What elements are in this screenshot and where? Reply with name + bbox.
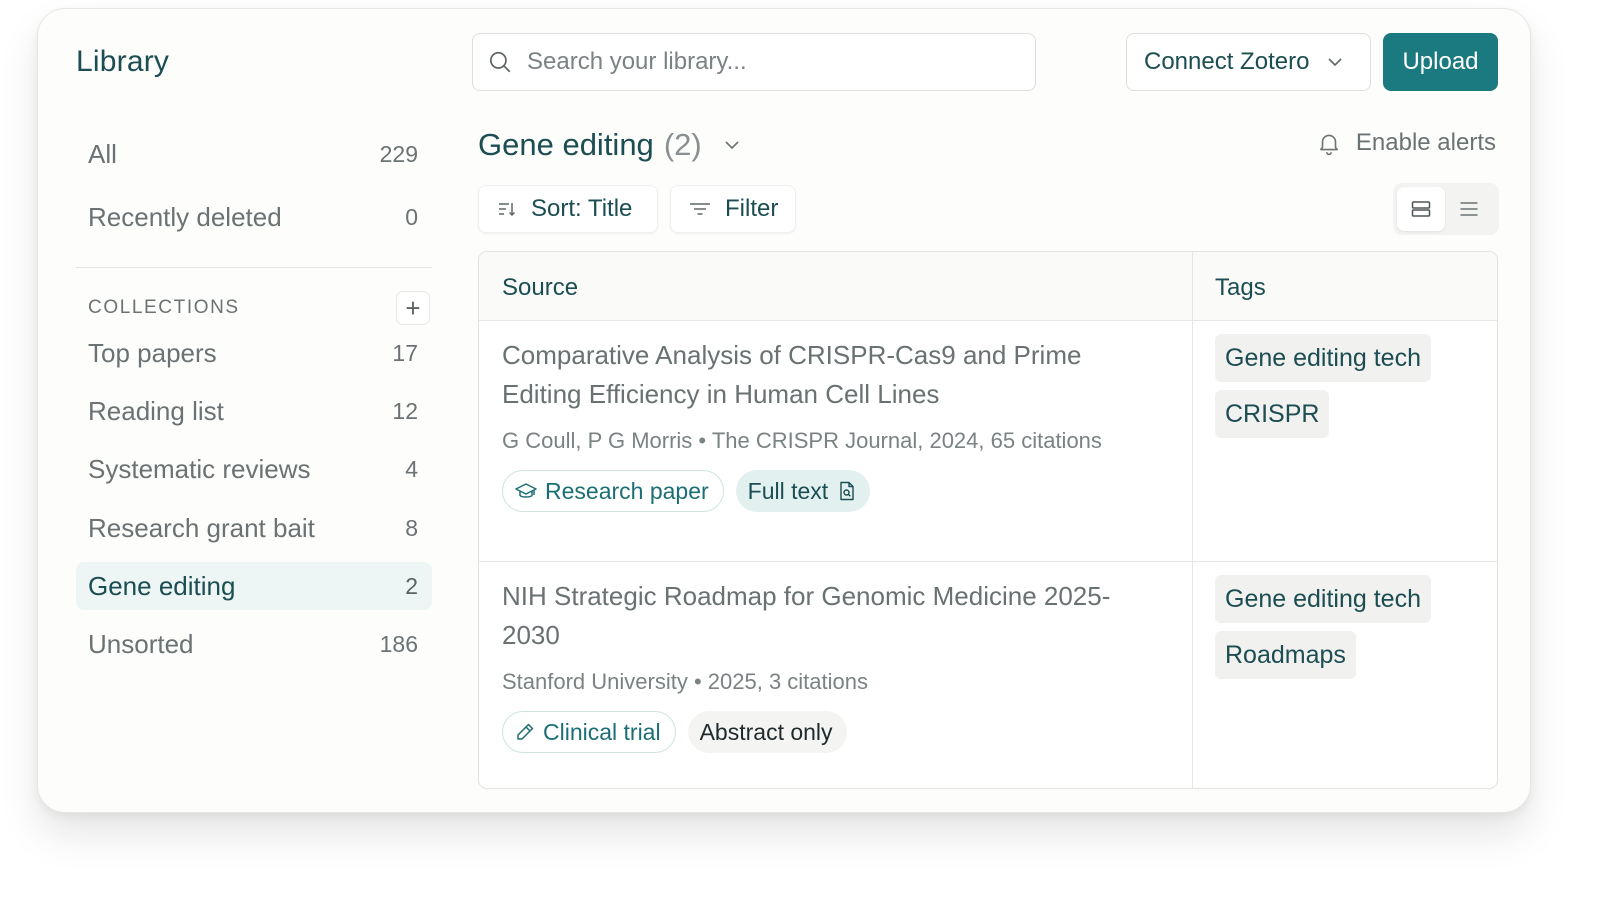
list-view-button[interactable] (1445, 187, 1493, 231)
sidebar-item-top-papers[interactable]: Top papers 17 (76, 329, 432, 377)
table-header: Source Tags (479, 252, 1497, 321)
sidebar-item-label: Recently deleted (88, 201, 282, 232)
sidebar-item-count: 229 (379, 140, 418, 167)
chevron-down-icon (722, 135, 742, 155)
sidebar-item-count: 2 (405, 572, 418, 599)
access-badge-label: Abstract only (699, 718, 833, 745)
sidebar-item-count: 186 (379, 630, 418, 657)
type-badge[interactable]: Clinical trial (502, 711, 676, 753)
sidebar-item-count: 17 (392, 339, 418, 366)
tag-chip[interactable]: Roadmaps (1215, 631, 1356, 679)
filter-label: Filter (725, 195, 779, 222)
enable-alerts-label: Enable alerts (1355, 129, 1496, 156)
sources-table: Source Tags Comparative Analysis of CRIS… (478, 251, 1498, 789)
sidebar-item-gene-editing[interactable]: Gene editing 2 (76, 562, 432, 610)
tag-chip[interactable]: Gene editing tech (1215, 334, 1431, 382)
source-meta: Stanford University • 2025, 3 citations (502, 669, 868, 694)
card-view-button[interactable] (1397, 187, 1445, 231)
search-box[interactable] (472, 33, 1036, 91)
collection-count: (2) (663, 127, 702, 162)
type-badge-label: Clinical trial (543, 718, 661, 745)
sidebar-item-label: Gene editing (88, 570, 236, 601)
graduation-cap-icon (515, 481, 537, 501)
view-toggle (1393, 183, 1499, 235)
sidebar-item-systematic-reviews[interactable]: Systematic reviews 4 (76, 445, 432, 493)
sidebar-item-reading-list[interactable]: Reading list 12 (76, 387, 432, 435)
search-input[interactable] (527, 48, 1007, 76)
sort-button[interactable]: Sort: Title (478, 185, 658, 233)
column-header-source: Source (502, 274, 579, 301)
collections-heading: COLLECTIONS (88, 297, 240, 318)
table-row: Comparative Analysis of CRISPR-Cas9 and … (479, 322, 1497, 562)
bell-icon (1316, 130, 1342, 156)
sidebar: Library All 229 Recently deleted 0 COLLE… (38, 9, 468, 812)
tag-chip[interactable]: CRISPR (1215, 390, 1330, 438)
sidebar-item-research-grant-bait[interactable]: Research grant bait 8 (76, 504, 432, 552)
sidebar-item-all[interactable]: All 229 (76, 130, 432, 178)
sidebar-item-label: Systematic reviews (88, 453, 311, 484)
sidebar-item-label: Reading list (88, 395, 224, 426)
sidebar-item-unsorted[interactable]: Unsorted 186 (76, 620, 432, 668)
access-badge-label: Full text (747, 477, 829, 504)
tag-chip[interactable]: Gene editing tech (1215, 575, 1431, 623)
filter-icon (689, 199, 711, 219)
sidebar-item-label: Top papers (88, 337, 217, 368)
sidebar-divider (76, 267, 432, 268)
source-meta: G Coull, P G Morris • The CRISPR Journal… (502, 428, 1102, 453)
upload-button[interactable]: Upload (1383, 33, 1498, 91)
add-collection-button[interactable]: + (396, 291, 430, 325)
sidebar-item-count: 12 (392, 397, 418, 424)
sidebar-item-count: 0 (405, 203, 418, 230)
source-badges: Clinical trial Abstract only (502, 711, 847, 753)
list-view-icon (1459, 200, 1479, 218)
sidebar-item-label: All (88, 138, 117, 169)
document-icon (838, 481, 856, 501)
collection-title-dropdown[interactable]: Gene editing (2) (478, 127, 742, 163)
filter-button[interactable]: Filter (670, 185, 796, 233)
table-row: NIH Strategic Roadmap for Genomic Medici… (479, 563, 1497, 788)
sort-label: Sort: Title (531, 195, 633, 222)
sidebar-item-count: 4 (405, 455, 418, 482)
tag-list: Gene editing tech Roadmaps (1215, 575, 1431, 679)
card-view-icon (1411, 200, 1431, 218)
access-badge[interactable]: Full text (735, 470, 871, 512)
pencil-icon (515, 722, 535, 742)
type-badge[interactable]: Research paper (502, 470, 724, 512)
sidebar-item-count: 8 (405, 514, 418, 541)
access-badge[interactable]: Abstract only (687, 711, 847, 753)
source-title[interactable]: NIH Strategic Roadmap for Genomic Medici… (502, 577, 1162, 655)
column-header-tags: Tags (1215, 274, 1266, 301)
sidebar-item-label: Research grant bait (88, 512, 315, 543)
sort-icon (497, 199, 517, 219)
tag-list: Gene editing tech CRISPR (1215, 334, 1431, 438)
sidebar-item-recently-deleted[interactable]: Recently deleted 0 (76, 193, 432, 241)
source-title[interactable]: Comparative Analysis of CRISPR-Cas9 and … (502, 336, 1162, 414)
connect-zotero-dropdown[interactable]: Connect Zotero (1126, 33, 1371, 91)
search-icon (487, 49, 513, 75)
chevron-down-icon (1325, 52, 1345, 72)
source-badges: Research paper Full text (502, 470, 871, 512)
library-title: Library (76, 45, 170, 78)
enable-alerts-button[interactable]: Enable alerts (1316, 129, 1496, 157)
plus-icon: + (405, 293, 421, 323)
collection-name: Gene editing (478, 127, 654, 162)
connect-zotero-label: Connect Zotero (1144, 48, 1310, 75)
sidebar-item-label: Unsorted (88, 628, 194, 659)
library-window: Library All 229 Recently deleted 0 COLLE… (37, 8, 1531, 813)
type-badge-label: Research paper (545, 477, 709, 504)
